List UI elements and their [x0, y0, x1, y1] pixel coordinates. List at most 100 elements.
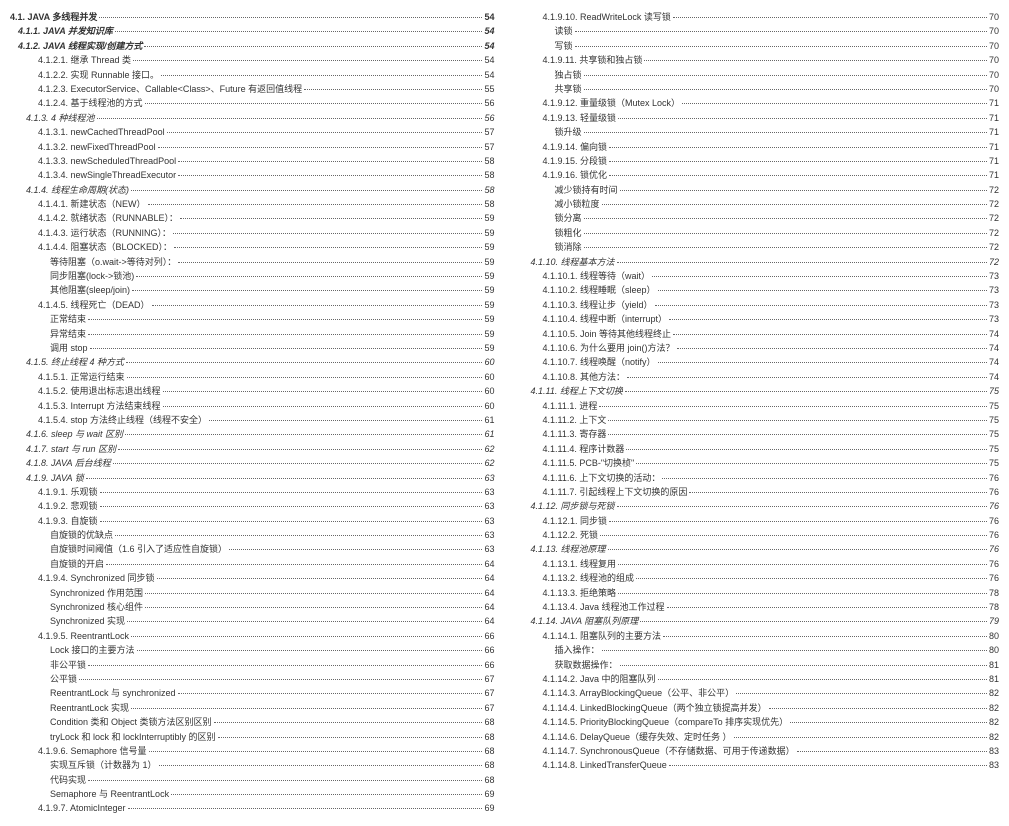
toc-entry[interactable]: 4.1.14.1. 阻塞队列的主要方法80	[515, 629, 1000, 643]
toc-entry[interactable]: 锁升级71	[515, 125, 1000, 139]
toc-entry[interactable]: 4.1.2.1. 继承 Thread 类54	[10, 53, 495, 67]
toc-entry[interactable]: 正常结束59	[10, 312, 495, 326]
toc-entry[interactable]: 同步阻塞(lock->锁池)59	[10, 269, 495, 283]
toc-entry[interactable]: 4.1.2.4. 基于线程池的方式56	[10, 96, 495, 110]
toc-entry[interactable]: 4.1.5.2. 使用退出标志退出线程60	[10, 384, 495, 398]
toc-entry[interactable]: 4.1.11.3. 寄存器75	[515, 427, 1000, 441]
toc-entry[interactable]: 4.1.6. sleep 与 wait 区别61	[10, 427, 495, 441]
toc-entry[interactable]: 调用 stop59	[10, 341, 495, 355]
toc-entry[interactable]: 公平锁67	[10, 672, 495, 686]
toc-entry[interactable]: 4.1.9.6. Semaphore 信号量68	[10, 744, 495, 758]
toc-entry[interactable]: 4.1.2. JAVA 线程实现/创建方式54	[10, 39, 495, 53]
toc-entry[interactable]: 锁分离72	[515, 211, 1000, 225]
toc-entry[interactable]: 4.1.5. 终止线程 4 种方式60	[10, 355, 495, 369]
toc-entry[interactable]: 4.1.14.4. LinkedBlockingQueue（两个独立锁提高并发）…	[515, 701, 1000, 715]
toc-entry[interactable]: 4.1.14. JAVA 阻塞队列原理79	[515, 614, 1000, 628]
toc-entry[interactable]: 4.1.10.3. 线程让步（yield）73	[515, 298, 1000, 312]
toc-entry[interactable]: 4.1.11.2. 上下文75	[515, 413, 1000, 427]
toc-entry[interactable]: 4.1.12.2. 死锁76	[515, 528, 1000, 542]
toc-entry[interactable]: 4.1.11.6. 上下文切换的活动：76	[515, 471, 1000, 485]
toc-entry[interactable]: Condition 类和 Object 类锁方法区别区别68	[10, 715, 495, 729]
toc-entry[interactable]: 自旋锁的优缺点63	[10, 528, 495, 542]
toc-entry[interactable]: 独占锁70	[515, 68, 1000, 82]
toc-entry[interactable]: 4.1.14.2. Java 中的阻塞队列81	[515, 672, 1000, 686]
toc-entry[interactable]: 4.1.11.7. 引起线程上下文切换的原因76	[515, 485, 1000, 499]
toc-entry[interactable]: 其他阻塞(sleep/join)59	[10, 283, 495, 297]
toc-entry[interactable]: 4.1.14.7. SynchronousQueue（不存储数据、可用于传递数据…	[515, 744, 1000, 758]
toc-entry[interactable]: Synchronized 作用范围64	[10, 586, 495, 600]
toc-entry[interactable]: 4.1.9.10. ReadWriteLock 读写锁70	[515, 10, 1000, 24]
toc-entry[interactable]: 4.1.13. 线程池原理76	[515, 542, 1000, 556]
toc-entry[interactable]: 4.1.9.5. ReentrantLock66	[10, 629, 495, 643]
toc-entry[interactable]: 4.1.13.4. Java 线程池工作过程78	[515, 600, 1000, 614]
toc-entry[interactable]: 4.1.3. 4 种线程池56	[10, 111, 495, 125]
toc-entry[interactable]: 4.1.4.1. 新建状态（NEW）58	[10, 197, 495, 211]
toc-entry[interactable]: 4.1.13.2. 线程池的组成76	[515, 571, 1000, 585]
toc-entry[interactable]: 锁粗化72	[515, 226, 1000, 240]
toc-entry[interactable]: 锁消除72	[515, 240, 1000, 254]
toc-entry[interactable]: 4.1.3.1. newCachedThreadPool57	[10, 125, 495, 139]
toc-entry[interactable]: 4.1.4.4. 阻塞状态（BLOCKED）：59	[10, 240, 495, 254]
toc-entry[interactable]: 4.1.13.1. 线程复用76	[515, 557, 1000, 571]
toc-entry[interactable]: 4.1.10.5. Join 等待其他线程终止74	[515, 327, 1000, 341]
toc-entry[interactable]: Synchronized 核心组件64	[10, 600, 495, 614]
toc-entry[interactable]: 4.1.9.14. 偏向锁71	[515, 140, 1000, 154]
toc-entry[interactable]: 4.1.9. JAVA 锁63	[10, 471, 495, 485]
toc-entry[interactable]: Lock 接口的主要方法66	[10, 643, 495, 657]
toc-entry[interactable]: 等待阻塞（o.wait->等待对列）：59	[10, 255, 495, 269]
toc-entry[interactable]: 4.1.9.7. AtomicInteger69	[10, 801, 495, 815]
toc-entry[interactable]: 4.1.4. 线程生命周期(状态)58	[10, 183, 495, 197]
toc-entry[interactable]: 4.1.10.1. 线程等待（wait）73	[515, 269, 1000, 283]
toc-entry[interactable]: 4.1.14.6. DelayQueue（缓存失效、定时任务 ）82	[515, 730, 1000, 744]
toc-entry[interactable]: 写锁70	[515, 39, 1000, 53]
toc-entry[interactable]: 4.1.11. 线程上下文切换75	[515, 384, 1000, 398]
toc-entry[interactable]: 减小锁粒度72	[515, 197, 1000, 211]
toc-entry[interactable]: 4.1.9.15. 分段锁71	[515, 154, 1000, 168]
toc-entry[interactable]: 4.1.11.1. 进程75	[515, 399, 1000, 413]
toc-entry[interactable]: ReentrantLock 实现67	[10, 701, 495, 715]
toc-entry[interactable]: 4.1. JAVA 多线程并发54	[10, 10, 495, 24]
toc-entry[interactable]: ReentrantLock 与 synchronized67	[10, 686, 495, 700]
toc-entry[interactable]: 4.1.11.5. PCB-"切换桢"75	[515, 456, 1000, 470]
toc-entry[interactable]: 4.1.10.2. 线程睡眠（sleep）73	[515, 283, 1000, 297]
toc-entry[interactable]: 4.1.10.6. 为什么要用 join()方法？74	[515, 341, 1000, 355]
toc-entry[interactable]: 获取数据操作：81	[515, 658, 1000, 672]
toc-entry[interactable]: 4.1.9.16. 锁优化71	[515, 168, 1000, 182]
toc-entry[interactable]: 4.1.3.3. newScheduledThreadPool58	[10, 154, 495, 168]
toc-entry[interactable]: 4.1.5.3. Interrupt 方法结束线程60	[10, 399, 495, 413]
toc-entry[interactable]: 减少锁持有时间72	[515, 183, 1000, 197]
toc-entry[interactable]: 4.1.14.8. LinkedTransferQueue83	[515, 758, 1000, 772]
toc-entry[interactable]: 4.1.8. JAVA 后台线程62	[10, 456, 495, 470]
toc-entry[interactable]: 4.1.9.11. 共享锁和独占锁70	[515, 53, 1000, 67]
toc-entry[interactable]: 4.1.4.5. 线程死亡（DEAD）59	[10, 298, 495, 312]
toc-entry[interactable]: 自旋锁时间阈值（1.6 引入了适应性自旋锁）63	[10, 542, 495, 556]
toc-entry[interactable]: 4.1.2.2. 实现 Runnable 接口。54	[10, 68, 495, 82]
toc-entry[interactable]: Synchronized 实现64	[10, 614, 495, 628]
toc-entry[interactable]: 4.1.11.4. 程序计数器75	[515, 442, 1000, 456]
toc-entry[interactable]: 4.1.2.3. ExecutorService、Callable<Class>…	[10, 82, 495, 96]
toc-entry[interactable]: 4.1.5.4. stop 方法终止线程（线程不安全）61	[10, 413, 495, 427]
toc-entry[interactable]: 4.1.9.4. Synchronized 同步锁64	[10, 571, 495, 585]
toc-entry[interactable]: 4.1.13.3. 拒绝策略78	[515, 586, 1000, 600]
toc-entry[interactable]: 插入操作：80	[515, 643, 1000, 657]
toc-entry[interactable]: 实现互斥锁（计数器为 1）68	[10, 758, 495, 772]
toc-entry[interactable]: 4.1.10. 线程基本方法72	[515, 255, 1000, 269]
toc-entry[interactable]: 4.1.9.3. 自旋锁63	[10, 514, 495, 528]
toc-entry[interactable]: 4.1.14.5. PriorityBlockingQueue（compareT…	[515, 715, 1000, 729]
toc-entry[interactable]: 4.1.4.3. 运行状态（RUNNING）：59	[10, 226, 495, 240]
toc-entry[interactable]: 4.1.10.4. 线程中断（interrupt）73	[515, 312, 1000, 326]
toc-entry[interactable]: 4.1.3.2. newFixedThreadPool57	[10, 140, 495, 154]
toc-entry[interactable]: Semaphore 与 ReentrantLock69	[10, 787, 495, 801]
toc-entry[interactable]: 异常结束59	[10, 327, 495, 341]
toc-entry[interactable]: 4.1.10.7. 线程唤醒（notify）74	[515, 355, 1000, 369]
toc-entry[interactable]: 4.1.7. start 与 run 区别62	[10, 442, 495, 456]
toc-entry[interactable]: 4.1.5.1. 正常运行结束60	[10, 370, 495, 384]
toc-entry[interactable]: 4.1.14.3. ArrayBlockingQueue（公平、非公平）82	[515, 686, 1000, 700]
toc-entry[interactable]: 4.1.9.2. 悲观锁63	[10, 499, 495, 513]
toc-entry[interactable]: 非公平锁66	[10, 658, 495, 672]
toc-entry[interactable]: 4.1.3.4. newSingleThreadExecutor58	[10, 168, 495, 182]
toc-entry[interactable]: 4.1.12.1. 同步锁76	[515, 514, 1000, 528]
toc-entry[interactable]: 4.1.4.2. 就绪状态（RUNNABLE）：59	[10, 211, 495, 225]
toc-entry[interactable]: 4.1.9.12. 重量级锁（Mutex Lock）71	[515, 96, 1000, 110]
toc-entry[interactable]: 代码实现68	[10, 773, 495, 787]
